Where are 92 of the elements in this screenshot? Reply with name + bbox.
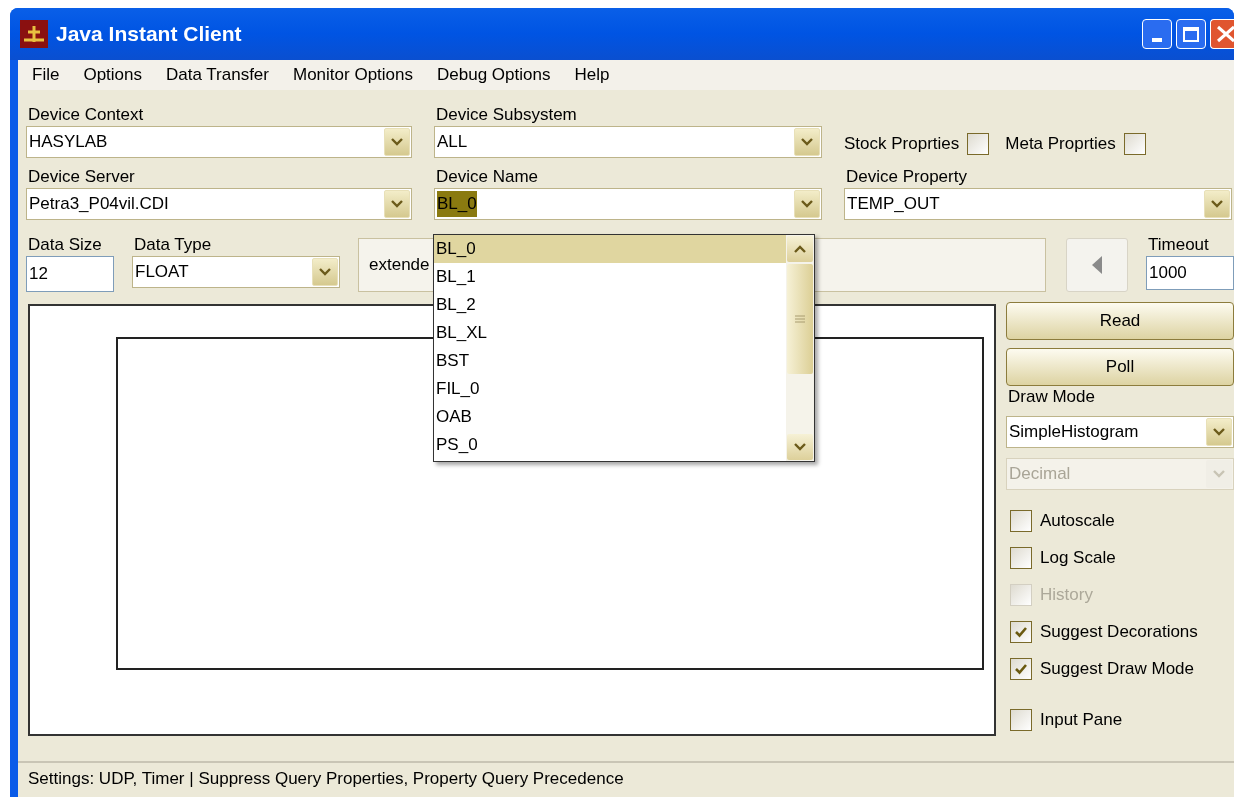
- dropdown-option[interactable]: PS_0: [434, 431, 786, 459]
- checkbox[interactable]: [1010, 708, 1032, 731]
- dropdown-button[interactable]: [794, 128, 820, 156]
- maximize-icon: [1183, 26, 1199, 42]
- dropdown-button[interactable]: [384, 190, 410, 218]
- minimize-button[interactable]: [1142, 19, 1172, 49]
- menu-item[interactable]: Help: [574, 62, 610, 88]
- menu-item[interactable]: File: [32, 62, 60, 88]
- action-button[interactable]: Read: [1006, 302, 1234, 340]
- window-title: Java Instant Client: [56, 21, 242, 48]
- field-label: Device Subsystem: [435, 104, 578, 126]
- chevron-up-icon: [794, 245, 806, 253]
- field-label: Device Property: [845, 166, 968, 188]
- menu-item[interactable]: Debug Options: [437, 62, 551, 88]
- dropdown-button[interactable]: [1206, 418, 1232, 446]
- checkbox-label: Suggest Draw Mode: [1040, 657, 1195, 680]
- checkbox-label: Meta Proprties: [1005, 133, 1116, 156]
- close-icon: [1214, 25, 1234, 43]
- dropdown-option[interactable]: BL_0: [434, 235, 786, 263]
- scroll-thumb[interactable]: [787, 264, 813, 374]
- menu-item[interactable]: Options: [83, 62, 142, 88]
- device-subsystem-dropdown[interactable]: ALL: [434, 126, 822, 158]
- menu-item[interactable]: Data Transfer: [166, 62, 269, 88]
- dropdown-button[interactable]: [1204, 190, 1230, 218]
- field-label: Device Name: [435, 166, 540, 188]
- combo-value: HASYLAB: [29, 131, 108, 154]
- checkbox[interactable]: [1010, 620, 1032, 643]
- field-label: Timeout: [1147, 234, 1210, 256]
- chevron-down-icon: [1211, 200, 1223, 208]
- combo-value: Decimal: [1009, 463, 1071, 486]
- combo-value: BL_0: [437, 191, 477, 217]
- dropdown-option[interactable]: BL_2: [434, 291, 786, 319]
- combo-value: Petra3_P04vil.CDI: [29, 193, 169, 216]
- chevron-down-icon: [319, 268, 331, 276]
- checkbox[interactable]: [967, 133, 990, 155]
- checkbox-label: Log Scale: [1040, 546, 1116, 569]
- field-label: Data Size: [27, 234, 103, 256]
- chevron-down-icon: [391, 138, 403, 146]
- scroll-down-button[interactable]: [787, 434, 813, 460]
- checkbox[interactable]: [1010, 657, 1032, 680]
- triangle-left-icon: [1092, 256, 1102, 274]
- field-label: Data Type: [133, 234, 213, 256]
- field-label: Device Server: [27, 166, 136, 188]
- device-context-dropdown[interactable]: HASYLAB: [26, 126, 412, 158]
- dropdown-option[interactable]: BST: [434, 347, 786, 375]
- chevron-down-icon: [1213, 470, 1225, 478]
- app-icon: [20, 20, 48, 48]
- close-button[interactable]: [1210, 19, 1234, 49]
- back-button[interactable]: [1066, 238, 1128, 292]
- device-server-dropdown[interactable]: Petra3_P04vil.CDI: [26, 188, 412, 220]
- checkbox[interactable]: [1010, 509, 1032, 532]
- data-type-dropdown[interactable]: FLOAT: [132, 256, 340, 288]
- checkbox-label: History: [1040, 583, 1093, 606]
- menu-item[interactable]: Monitor Options: [293, 62, 413, 88]
- dropdown-option[interactable]: OAB: [434, 403, 786, 431]
- checkbox-label: Suggest Decorations: [1040, 620, 1198, 643]
- checkbox[interactable]: [1123, 133, 1146, 155]
- checkbox-label: Stock Proprties: [844, 133, 960, 156]
- dropdown-option[interactable]: BL_1: [434, 263, 786, 291]
- chevron-down-icon: [391, 200, 403, 208]
- action-button[interactable]: Poll: [1006, 348, 1234, 386]
- checkbox-label: Input Pane: [1040, 708, 1123, 731]
- maximize-button[interactable]: [1176, 19, 1206, 49]
- checkbox-label: Autoscale: [1040, 509, 1115, 532]
- dropdown-option[interactable]: FIL_0: [434, 375, 786, 403]
- device-name-dropdown[interactable]: BL_0: [434, 188, 822, 220]
- chevron-down-icon: [794, 443, 806, 451]
- chevron-down-icon: [801, 138, 813, 146]
- draw-mode-dropdown[interactable]: SimpleHistogram: [1006, 416, 1234, 448]
- status-text: Settings: UDP, Timer | Suppress Query Properties, Property Query Precedence: [28, 768, 624, 791]
- combo-value: ALL: [437, 131, 468, 154]
- grip-icon: [795, 315, 805, 323]
- field-label: Device Context: [27, 104, 145, 126]
- checkmark-icon: [1014, 625, 1028, 638]
- device-property-dropdown[interactable]: TEMP_OUT: [844, 188, 1232, 220]
- checkmark-icon: [1014, 662, 1028, 675]
- timeout-field[interactable]: 1000: [1146, 256, 1234, 290]
- chevron-down-icon: [1213, 428, 1225, 436]
- combo-value: FLOAT: [135, 261, 189, 284]
- dropdown-button[interactable]: [384, 128, 410, 156]
- dropdown-button[interactable]: [794, 190, 820, 218]
- combo-value: TEMP_OUT: [847, 193, 940, 216]
- chevron-down-icon: [801, 200, 813, 208]
- dropdown-button[interactable]: [312, 258, 338, 286]
- dropdown-option[interactable]: BL_XL: [434, 319, 786, 347]
- minimize-icon: [1152, 38, 1162, 42]
- checkbox[interactable]: [1010, 546, 1032, 569]
- scroll-up-button[interactable]: [787, 236, 813, 262]
- field-label: Draw Mode: [1007, 386, 1096, 408]
- info-text: extende: [369, 254, 430, 277]
- combo-value: SimpleHistogram: [1009, 421, 1139, 444]
- data-size-field[interactable]: 12: [26, 256, 114, 292]
